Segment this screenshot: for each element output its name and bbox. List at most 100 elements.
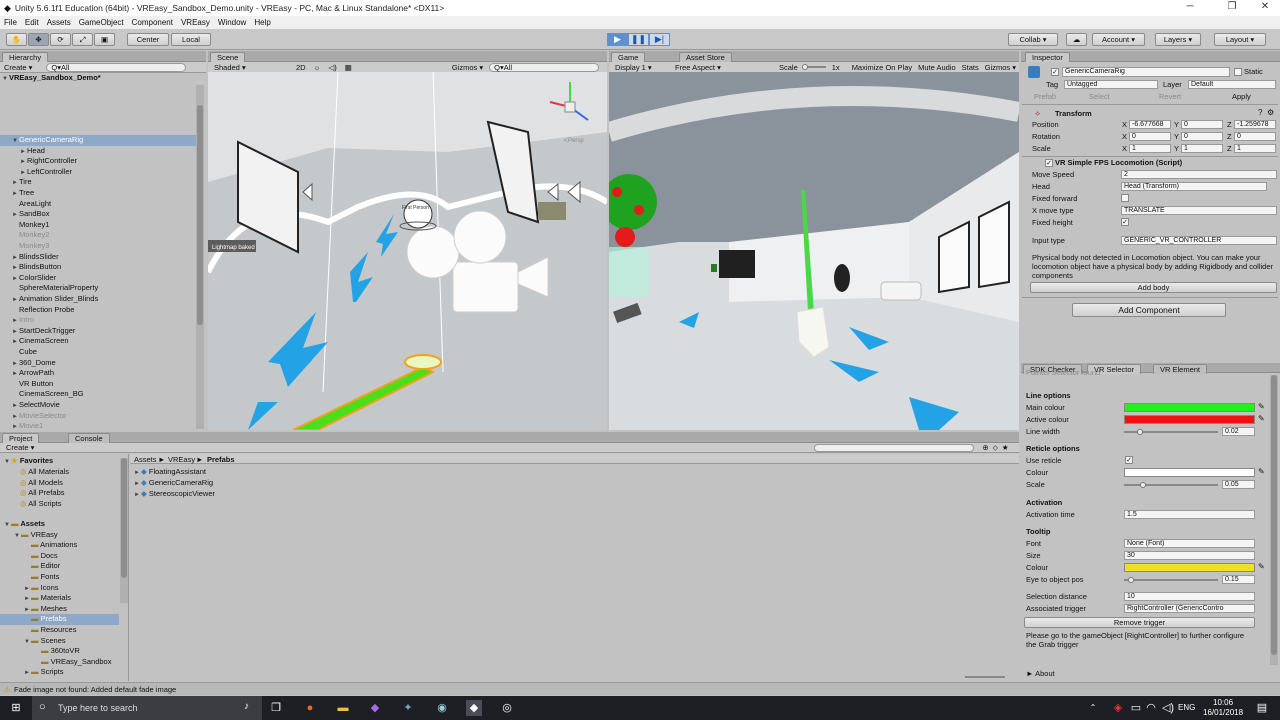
add-body-button[interactable]: Add body xyxy=(1030,282,1277,293)
maximize-icon[interactable]: ❐ xyxy=(1217,0,1247,16)
breadcrumb-vreasy[interactable]: VREasy xyxy=(168,455,195,464)
tag-dropdown[interactable]: Untagged xyxy=(1064,80,1158,89)
mute-audio-toggle[interactable]: Mute Audio xyxy=(918,63,956,72)
breadcrumb-prefabs[interactable]: Prefabs xyxy=(207,455,235,464)
tab-inspector[interactable]: Inspector xyxy=(1025,52,1070,62)
project-folder[interactable]: ▬ Docs xyxy=(24,551,58,562)
prefab-file[interactable]: ►◆ GenericCameraRig xyxy=(134,478,213,489)
active-colour-swatch[interactable] xyxy=(1124,415,1255,424)
use-reticle-checkbox[interactable]: ✓ xyxy=(1125,456,1133,464)
hierarchy-item[interactable]: Monkey3 xyxy=(12,241,49,252)
hierarchy-item[interactable]: Reflection Probe xyxy=(12,305,74,316)
hierarchy-item[interactable]: Monkey1 xyxy=(12,220,49,231)
hierarchy-item[interactable]: ►MovieSelector xyxy=(12,411,67,422)
hierarchy-item[interactable]: VR Button xyxy=(12,379,53,390)
transform-header[interactable]: Transform xyxy=(1055,108,1092,119)
hierarchy-item[interactable]: AreaLight xyxy=(12,199,51,210)
app-icon[interactable]: ✦ xyxy=(400,700,416,716)
prefab-apply-button[interactable]: Apply xyxy=(1232,91,1251,102)
font-object-field[interactable]: None (Font) xyxy=(1124,539,1255,548)
project-folder[interactable]: ▬ Editor xyxy=(24,561,60,572)
language-indicator[interactable]: ENG xyxy=(1178,703,1195,712)
unity-taskbar-icon[interactable]: ◆ xyxy=(466,700,482,716)
unity-hub-icon[interactable]: ◎ xyxy=(499,700,515,716)
hierarchy-item[interactable]: ►RightController xyxy=(20,156,77,167)
prefab-select-button[interactable]: Select xyxy=(1089,91,1110,102)
head-object-field[interactable]: Head (Transform) xyxy=(1121,182,1267,191)
fixed-height-checkbox[interactable]: ✓ xyxy=(1121,218,1129,226)
hand-tool-icon[interactable]: ✋ xyxy=(6,33,27,46)
pivot-local-button[interactable]: Local xyxy=(171,33,211,46)
menu-help[interactable]: Help xyxy=(250,18,274,27)
hierarchy-item[interactable]: ►Animation Slider_Blinds xyxy=(12,294,98,305)
project-folder[interactable]: ▬ Resources xyxy=(24,625,76,636)
tab-game[interactable]: Game xyxy=(611,52,646,62)
project-folder[interactable]: ▬ 360toVR xyxy=(34,646,80,657)
rotate-tool-icon[interactable]: ⟳ xyxy=(50,33,71,46)
windows-start-icon[interactable]: ⊞ xyxy=(8,700,24,716)
task-view-icon[interactable]: ❐ xyxy=(268,700,284,716)
hierarchy-item[interactable]: ►ArrowPath xyxy=(12,368,54,379)
scene-gizmos-dropdown[interactable]: Gizmos ▾ xyxy=(452,63,483,72)
project-folder[interactable]: ▼▬ VREasy xyxy=(14,530,58,541)
tab-project[interactable]: Project xyxy=(2,433,40,443)
help-icon[interactable]: ? xyxy=(1258,108,1262,117)
rect-tool-icon[interactable]: ▣ xyxy=(94,33,115,46)
favorites-item[interactable]: ◎ All Prefabs xyxy=(20,488,65,499)
associated-trigger-field[interactable]: RightController (GenericContro xyxy=(1124,604,1255,613)
hierarchy-item[interactable]: ►Tree xyxy=(12,188,34,199)
project-folder[interactable]: ▼▬ Scenes xyxy=(24,636,66,647)
transform-rotation-z[interactable]: 0 xyxy=(1234,132,1276,141)
eyedropper-icon[interactable]: ✎ xyxy=(1258,414,1265,423)
account-dropdown[interactable]: Account ▾ xyxy=(1092,33,1145,46)
transform-scale-z[interactable]: 1 xyxy=(1234,144,1276,153)
prefab-file[interactable]: ►◆ StereoscopicViewer xyxy=(134,489,215,500)
effects-icon[interactable]: ▦ xyxy=(345,63,352,72)
stats-toggle[interactable]: Stats xyxy=(962,63,979,72)
visual-studio-icon[interactable]: ◆ xyxy=(367,700,383,716)
hierarchy-item[interactable]: ►CinemaScreen xyxy=(12,336,69,347)
pivot-center-button[interactable]: Center xyxy=(127,33,169,46)
vr-selector-scrollbar[interactable] xyxy=(1270,375,1278,665)
tab-console[interactable]: Console xyxy=(68,433,110,443)
project-search-input[interactable] xyxy=(814,443,975,452)
menu-vreasy[interactable]: VREasy xyxy=(177,18,214,27)
hierarchy-item[interactable]: ►SandBox xyxy=(12,209,49,220)
line-width-field[interactable]: 0.02 xyxy=(1222,427,1255,436)
active-checkbox[interactable]: ✓ xyxy=(1051,68,1059,76)
display-dropdown[interactable]: Display 1 ▾ xyxy=(615,63,671,72)
scale-tool-icon[interactable]: ⤢ xyxy=(72,33,93,46)
close-icon[interactable]: ✕ xyxy=(1250,0,1280,16)
favorites-header[interactable]: ▼★ Favorites xyxy=(4,456,53,467)
about-foldout[interactable]: ► About xyxy=(1026,668,1055,679)
object-name-field[interactable]: GenericCameraRig xyxy=(1062,67,1230,77)
shading-mode-dropdown[interactable]: Shaded ▾ xyxy=(214,63,292,72)
layer-dropdown[interactable]: Default xyxy=(1188,80,1276,89)
settings-gear-icon[interactable]: ⚙ xyxy=(1267,108,1274,117)
game-view[interactable] xyxy=(609,72,1019,430)
scene-search-input[interactable]: Q▾All xyxy=(489,62,600,72)
hierarchy-item[interactable]: ►BlindsButton xyxy=(12,262,61,273)
x-move-type-dropdown[interactable]: TRANSLATE xyxy=(1121,206,1277,215)
game-scale-slider[interactable] xyxy=(801,64,826,70)
transform-rotation-x[interactable]: 0 xyxy=(1129,132,1171,141)
activation-time-field[interactable]: 1.5 xyxy=(1124,510,1255,519)
project-folder[interactable]: ▬ VREasy_Sandbox xyxy=(34,657,111,668)
clock-time[interactable]: 10:06 xyxy=(1213,698,1233,707)
label-icon[interactable]: ⬦ xyxy=(993,443,998,453)
taskbar-search-box[interactable]: ○ Type here to search ♪ xyxy=(32,696,262,720)
volume-icon[interactable]: ◁) xyxy=(1160,700,1176,716)
collab-dropdown[interactable]: Collab ▾ xyxy=(1008,33,1058,46)
project-folder[interactable]: ►▬ Meshes xyxy=(24,604,67,615)
game-gizmos-dropdown[interactable]: Gizmos ▾ xyxy=(985,63,1016,72)
hierarchy-item[interactable]: ►Tire xyxy=(12,177,32,188)
favorites-item[interactable]: ◎ All Models xyxy=(20,478,63,489)
hierarchy-item[interactable]: CinemaScreen_BG xyxy=(12,389,84,400)
hierarchy-item[interactable]: ►Intro xyxy=(12,315,34,326)
steam-icon[interactable]: ◉ xyxy=(434,700,450,716)
input-type-dropdown[interactable]: GENERIC_VR_CONTROLLER xyxy=(1121,236,1277,245)
menu-assets[interactable]: Assets xyxy=(43,18,75,27)
project-folder[interactable]: ►▬ Materials xyxy=(24,593,71,604)
favorites-item[interactable]: ◎ All Materials xyxy=(20,467,69,478)
menu-edit[interactable]: Edit xyxy=(21,18,43,27)
